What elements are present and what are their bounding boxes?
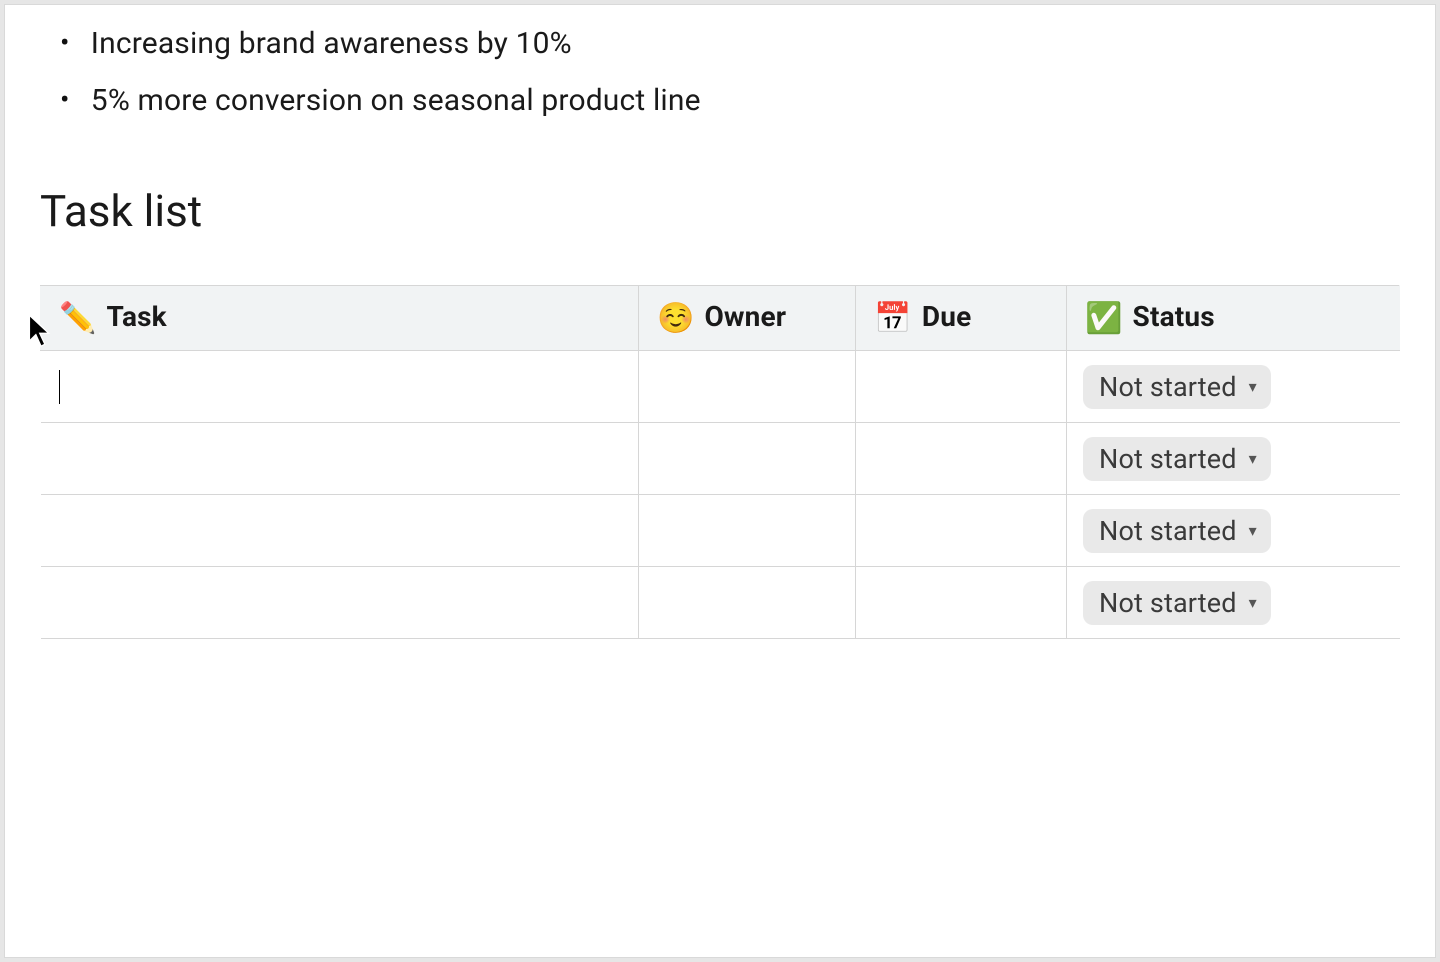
status-chip-label: Not started xyxy=(1099,443,1237,475)
status-cell: Not started ▾ xyxy=(1067,495,1400,567)
status-chip[interactable]: Not started ▾ xyxy=(1083,509,1271,553)
status-chip-label: Not started xyxy=(1099,587,1237,619)
table-row: Not started ▾ xyxy=(41,423,1400,495)
task-cell[interactable] xyxy=(41,495,639,567)
status-cell: Not started ▾ xyxy=(1067,567,1400,639)
list-item[interactable]: Increasing brand awareness by 10% xyxy=(60,15,1400,72)
column-header-label: Task xyxy=(107,300,167,333)
owner-cell[interactable] xyxy=(638,495,855,567)
text-cursor xyxy=(59,370,60,404)
status-chip-label: Not started xyxy=(1099,371,1237,403)
status-cell: Not started ▾ xyxy=(1067,423,1400,495)
smile-icon: ☺️ xyxy=(657,301,695,336)
task-cell[interactable] xyxy=(41,567,639,639)
owner-cell[interactable] xyxy=(638,423,855,495)
column-header-status[interactable]: ✅ Status xyxy=(1067,286,1400,351)
status-chip[interactable]: Not started ▾ xyxy=(1083,365,1271,409)
due-cell[interactable] xyxy=(856,567,1067,639)
status-chip-label: Not started xyxy=(1099,515,1237,547)
list-item-text: Increasing brand awareness by 10% xyxy=(91,26,572,61)
table-body: Not started▾Not started▾Not started▾Not … xyxy=(41,351,1400,639)
chevron-down-icon: ▾ xyxy=(1249,451,1257,467)
calendar-icon: 📅 xyxy=(874,301,912,336)
due-cell[interactable] xyxy=(856,495,1067,567)
column-header-label: Owner xyxy=(704,300,786,333)
column-header-label: Due xyxy=(922,300,971,333)
pencil-icon: ✏️ xyxy=(59,301,97,336)
task-list-table: ✏️ Task ☺️ Owner 📅 Due ✅ Status Not started ▾… xyxy=(40,285,1400,639)
due-cell[interactable] xyxy=(856,351,1067,423)
section-heading: Task list xyxy=(40,185,1400,237)
check-icon: ✅ xyxy=(1085,301,1123,336)
chevron-down-icon: ▾ xyxy=(1249,595,1257,611)
goals-list: Increasing brand awareness by 10% 5% mor… xyxy=(60,15,1400,129)
due-cell[interactable] xyxy=(856,423,1067,495)
table-row: Not started ▾ xyxy=(41,567,1400,639)
table-row: Not started ▾ xyxy=(41,495,1400,567)
chevron-down-icon: ▾ xyxy=(1249,379,1257,395)
task-cell[interactable] xyxy=(41,351,639,423)
status-chip[interactable]: Not started ▾ xyxy=(1083,437,1271,481)
owner-cell[interactable] xyxy=(638,567,855,639)
column-header-task[interactable]: ✏️ Task xyxy=(41,286,639,351)
table-row: Not started ▾ xyxy=(41,351,1400,423)
document-page: Increasing brand awareness by 10% 5% mor… xyxy=(4,4,1436,958)
task-cell[interactable] xyxy=(41,423,639,495)
list-item-text: 5% more conversion on seasonal product l… xyxy=(91,83,701,118)
list-item[interactable]: 5% more conversion on seasonal product l… xyxy=(60,72,1400,129)
column-header-label: Status xyxy=(1133,300,1215,333)
table-header-row: ✏️ Task ☺️ Owner 📅 Due ✅ Status xyxy=(41,286,1400,351)
column-header-owner[interactable]: ☺️ Owner xyxy=(638,286,855,351)
status-chip[interactable]: Not started ▾ xyxy=(1083,581,1271,625)
chevron-down-icon: ▾ xyxy=(1249,523,1257,539)
column-header-due[interactable]: 📅 Due xyxy=(856,286,1067,351)
owner-cell[interactable] xyxy=(638,351,855,423)
status-cell: Not started ▾ xyxy=(1067,351,1400,423)
